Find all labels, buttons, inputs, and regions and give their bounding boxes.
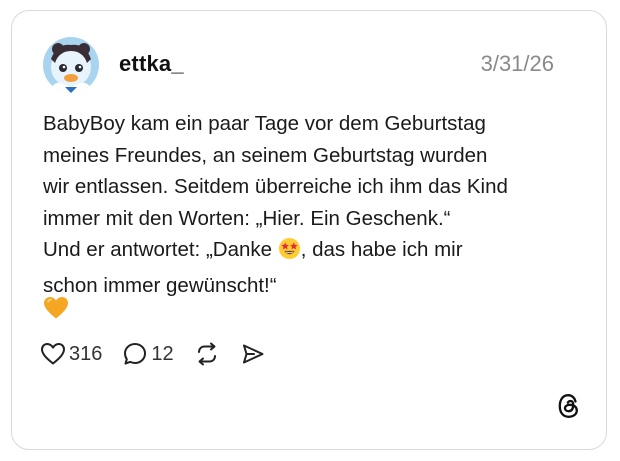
- post-text: BabyBoy kam ein paar Tage vor dem Geburt…: [43, 108, 563, 301]
- reply-button[interactable]: 12: [122, 341, 174, 367]
- share-icon: [242, 344, 264, 364]
- action-bar: 316 12: [40, 341, 266, 367]
- post-text-line: wir entlassen. Seitdem überreiche ich ih…: [43, 175, 508, 198]
- repost-button[interactable]: [194, 341, 220, 367]
- post-text-line: immer mit den Worten: „Hier. Ein Geschen…: [43, 206, 451, 230]
- post-text-fragment: , das habe ich mir: [300, 238, 463, 261]
- post-date: 3/31/26: [480, 51, 554, 76]
- post-text-line: BabyBoy kam ein paar Tage vor dem Geburt…: [43, 112, 486, 135]
- username[interactable]: ettka_: [119, 51, 184, 77]
- like-count: 316: [69, 342, 103, 365]
- reply-count: 12: [151, 342, 174, 365]
- orange-heart-emoji: [43, 296, 69, 325]
- avatar-image: [43, 37, 99, 93]
- share-button[interactable]: [240, 341, 266, 367]
- avatar[interactable]: [43, 37, 99, 93]
- post-text-line: Und er antwortet: „Danke , das habe ich …: [43, 234, 563, 270]
- threads-logo-icon[interactable]: [556, 392, 582, 425]
- post-text-line: schon immer gewünscht!“: [43, 273, 277, 297]
- like-button[interactable]: 316: [40, 342, 102, 366]
- heart-icon: [41, 343, 65, 365]
- reply-icon: [124, 343, 147, 365]
- star-struck-emoji: [278, 237, 301, 270]
- post-text-fragment: Und er antwortet: „Danke: [43, 238, 278, 261]
- post-card: ettka_ 3/31/26 BabyBoy kam ein paar Tage…: [11, 10, 607, 450]
- post-text-line: meines Freundes, an seinem Geburtstag wu…: [43, 143, 488, 167]
- repost-icon: [197, 342, 216, 366]
